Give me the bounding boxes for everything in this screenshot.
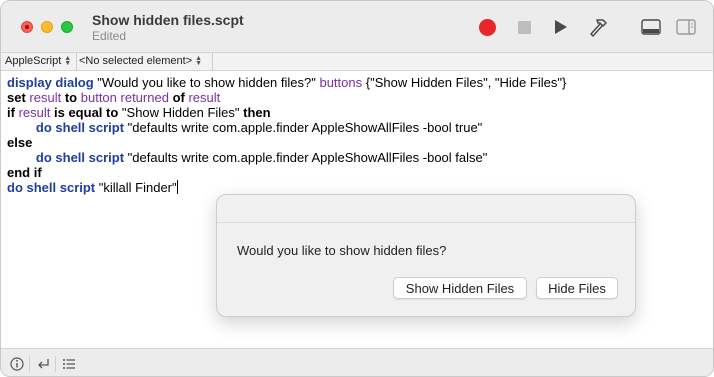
code-token-kw-purple: buttons <box>319 75 363 90</box>
list-icon <box>63 359 75 369</box>
code-line: set result to button returned of result <box>7 90 713 105</box>
close-window-button[interactable] <box>21 21 33 33</box>
footer-divider <box>29 356 30 372</box>
code-token-kw-bold: if <box>7 105 15 120</box>
code-line: if result is equal to "Show Hidden Files… <box>7 105 713 120</box>
element-label: <No selected element> <box>79 55 193 67</box>
info-icon <box>10 357 24 371</box>
code-line: do shell script "defaults write com.appl… <box>7 150 713 165</box>
chevron-updown-icon: ▲ ▼ <box>195 55 203 67</box>
code-token: "Show Hidden Files" <box>118 105 244 120</box>
display-dialog: Would you like to show hidden files? Sho… <box>216 194 636 317</box>
compile-button[interactable] <box>587 15 611 39</box>
record-icon <box>478 18 496 36</box>
hide-files-button[interactable]: Hide Files <box>536 277 618 299</box>
events-button[interactable] <box>60 355 78 373</box>
chevron-updown-icon: ▲ ▼ <box>64 55 72 67</box>
dialog-message: Would you like to show hidden files? <box>237 243 447 258</box>
code-token-kw-blue: do shell script <box>35 150 125 165</box>
title-bar: Show hidden files.scpt Edited <box>1 1 713 53</box>
show-hidden-files-button[interactable]: Show Hidden Files <box>393 277 527 299</box>
code-token-kw-bold: is equal to <box>54 105 119 120</box>
code-line: else <box>7 135 713 150</box>
code-token-kw-purple: result <box>29 90 62 105</box>
code-line: end if <box>7 165 713 180</box>
nav-divider <box>212 53 213 71</box>
code-token: "killall Finder" <box>95 180 177 195</box>
language-popup[interactable]: AppleScript ▲ ▼ <box>5 55 71 67</box>
footer-divider <box>55 356 56 372</box>
code-token: "defaults write com.apple.finder AppleSh… <box>124 150 488 165</box>
code-line: do shell script "defaults write com.appl… <box>7 120 713 135</box>
show-sidebar-button[interactable] <box>674 15 698 39</box>
code-token-kw-bold: of <box>172 90 185 105</box>
hammer-icon <box>590 19 607 37</box>
code-token-kw-blue: display dialog <box>7 75 94 90</box>
record-button[interactable] <box>475 15 499 39</box>
navigation-bar: AppleScript ▲ ▼ <No selected element> ▲ ▼ <box>1 53 713 71</box>
document-status: Edited <box>92 29 127 43</box>
code-token-kw-purple: result <box>188 90 221 105</box>
element-popup[interactable]: <No selected element> ▲ ▼ <box>79 55 202 67</box>
code-token-kw-bold: set <box>7 90 26 105</box>
minimize-window-button[interactable] <box>41 21 53 33</box>
replies-button[interactable] <box>34 355 52 373</box>
dialog-header <box>217 195 635 223</box>
code-token: {"Show Hidden Files", "Hide Files"} <box>362 75 567 90</box>
code-token-kw-bold: to <box>64 90 78 105</box>
code-token: "Would you like to show hidden files?" <box>93 75 320 90</box>
language-label: AppleScript <box>5 55 62 67</box>
stop-button[interactable] <box>512 15 536 39</box>
code-token-kw-blue: do shell script <box>7 180 96 195</box>
code-token: "defaults write com.apple.finder AppleSh… <box>124 120 483 135</box>
code-token-kw-bold: then <box>243 105 271 120</box>
code-token-kw-bold: else <box>7 135 33 150</box>
code-token-kw-purple: result <box>18 105 51 120</box>
stop-icon <box>517 20 531 34</box>
code-token-kw-bold: end if <box>7 165 42 180</box>
window-title: Show hidden files.scpt <box>92 12 244 28</box>
text-caret <box>176 180 178 194</box>
script-editor-window: Show hidden files.scpt Edited AppleScrip… <box>0 0 714 377</box>
description-button[interactable] <box>8 355 26 373</box>
run-button[interactable] <box>549 15 573 39</box>
show-log-button[interactable] <box>639 15 663 39</box>
run-icon <box>555 20 567 34</box>
code-line: display dialog "Would you like to show h… <box>7 75 713 90</box>
log-panel-icon <box>641 19 661 35</box>
footer-bar <box>1 348 713 376</box>
zoom-window-button[interactable] <box>61 21 73 33</box>
code-token-kw-blue: do shell script <box>35 120 125 135</box>
code-token-kw-purple: button returned <box>80 90 169 105</box>
nav-divider <box>76 53 77 71</box>
return-icon <box>38 359 49 369</box>
code-line: do shell script "killall Finder" <box>7 180 713 195</box>
sidebar-icon <box>676 19 696 35</box>
